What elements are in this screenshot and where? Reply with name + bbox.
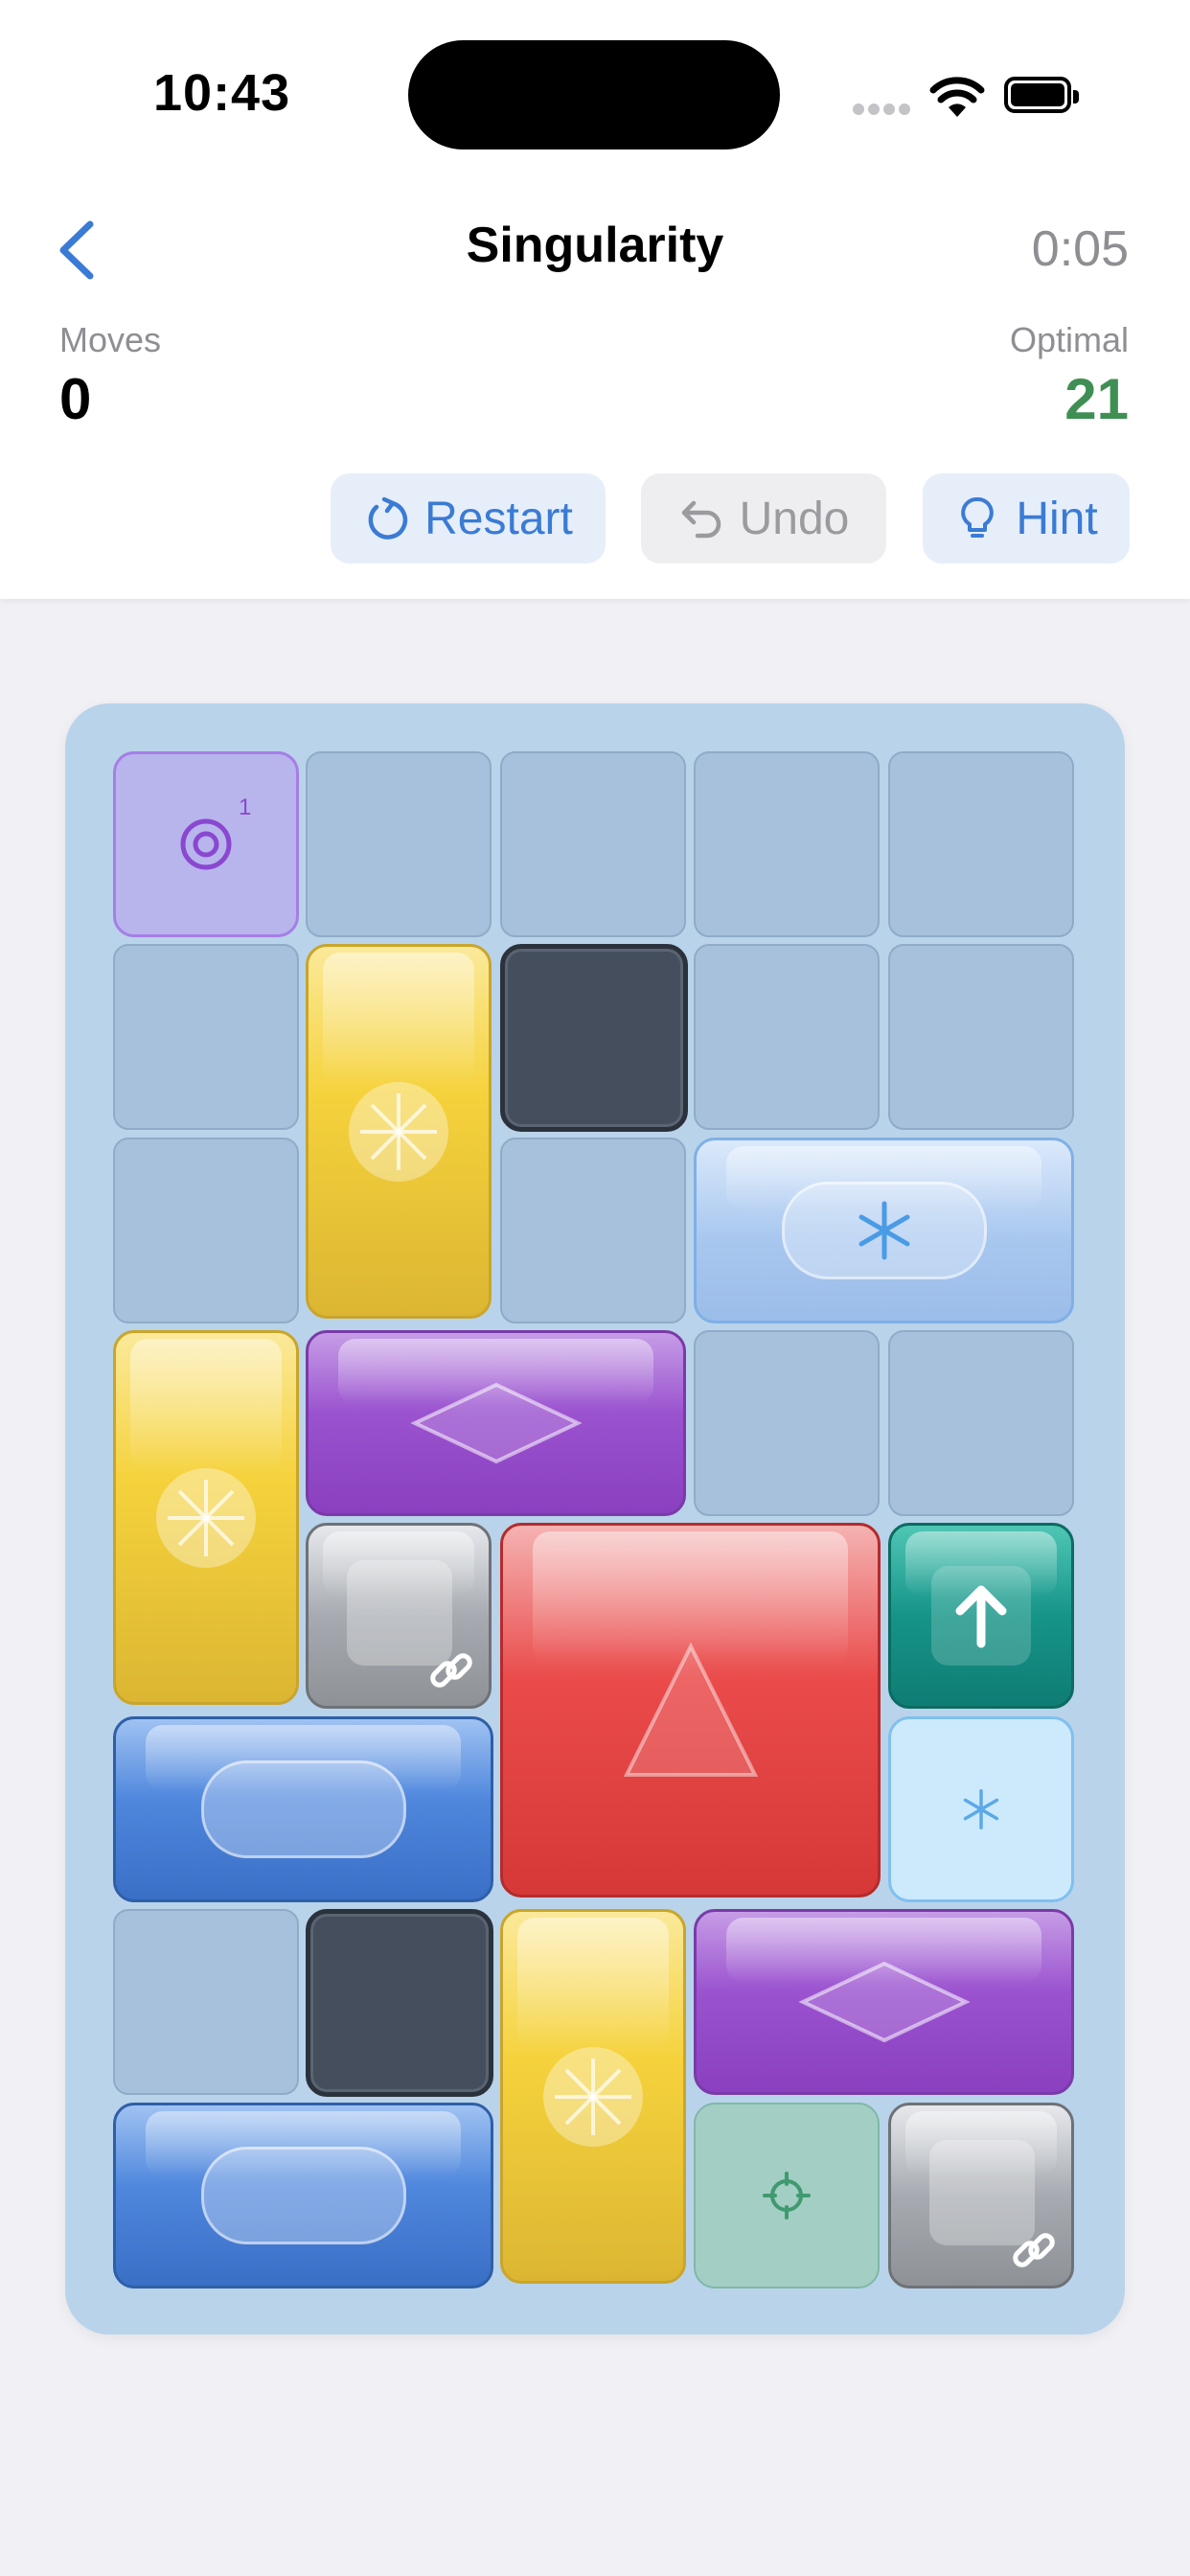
wheel-icon — [543, 2046, 643, 2147]
undo-button[interactable]: Undo — [641, 473, 886, 564]
page-title: Singularity — [466, 218, 724, 273]
yellow-vertical-block[interactable] — [500, 1909, 686, 2284]
wifi-icon — [929, 77, 985, 117]
hint-label: Hint — [1016, 493, 1098, 544]
restart-button[interactable]: Restart — [331, 473, 606, 564]
dark-wall-block — [306, 1909, 493, 2097]
undo-label: Undo — [739, 493, 850, 544]
optimal-label: Optimal — [1009, 320, 1129, 359]
grid-cell[interactable] — [694, 751, 880, 937]
optimal-value: 21 — [1064, 367, 1129, 431]
crosshair-icon — [763, 2172, 811, 2220]
blue-horizontal-block[interactable] — [113, 2103, 493, 2288]
grid-cell[interactable] — [888, 944, 1074, 1130]
status-time: 10:43 — [153, 64, 291, 122]
blue-horizontal-block[interactable] — [113, 1716, 493, 1902]
game-board: 1 — [65, 703, 1125, 2334]
header-bar: 10:43 Singularity 0:05 Moves 0 Optimal 2… — [0, 0, 1190, 599]
purple-horizontal-block[interactable] — [694, 1909, 1074, 2095]
gray-linked-block[interactable] — [306, 1523, 492, 1709]
restart-label: Restart — [424, 493, 573, 544]
battery-icon — [1004, 77, 1079, 113]
moves-value: 0 — [59, 367, 92, 431]
grid-cell[interactable] — [306, 751, 492, 937]
ice-horizontal-block[interactable] — [694, 1138, 1074, 1323]
moves-label: Moves — [59, 320, 162, 359]
yellow-vertical-block[interactable] — [113, 1330, 299, 1705]
portal-number: 1 — [239, 794, 252, 820]
purple-horizontal-block[interactable] — [306, 1330, 686, 1516]
teal-up-arrow-block[interactable] — [888, 1523, 1074, 1709]
grid-cell[interactable] — [888, 1330, 1074, 1516]
target-tile — [694, 2103, 880, 2288]
triangle-icon — [623, 1642, 758, 1777]
lightbulb-icon — [961, 497, 995, 538]
dynamic-island — [408, 40, 780, 150]
dark-wall-block — [500, 944, 688, 1132]
grid-cell[interactable] — [113, 1909, 299, 2095]
portal-target-tile: 1 — [113, 751, 299, 937]
grid-cell[interactable] — [888, 751, 1074, 937]
snowflake-icon — [858, 1201, 909, 1260]
wheel-icon — [156, 1467, 256, 1568]
hint-button[interactable]: Hint — [923, 473, 1130, 564]
undo-icon — [681, 500, 721, 539]
grid-cell[interactable] — [500, 1138, 686, 1323]
grid-cell[interactable] — [500, 751, 686, 937]
up-arrow-icon — [955, 1585, 1007, 1648]
snowflake-icon — [963, 1789, 999, 1829]
gray-linked-block[interactable] — [888, 2103, 1074, 2288]
grid-cell[interactable] — [113, 944, 299, 1130]
grid-cell[interactable] — [694, 944, 880, 1130]
diamond-icon — [409, 1382, 583, 1464]
link-icon — [1013, 2233, 1055, 2267]
red-main-block[interactable] — [500, 1523, 881, 1898]
link-icon — [430, 1653, 472, 1688]
portal-icon — [180, 818, 232, 870]
yellow-vertical-block[interactable] — [306, 944, 492, 1319]
restart-icon — [368, 496, 408, 540]
ice-tile — [888, 1716, 1074, 1902]
diamond-icon — [797, 1961, 971, 2043]
wheel-icon — [349, 1081, 448, 1182]
grid-cell[interactable] — [113, 1138, 299, 1323]
elapsed-timer: 0:05 — [1031, 221, 1129, 277]
grid-cell[interactable] — [694, 1330, 880, 1516]
